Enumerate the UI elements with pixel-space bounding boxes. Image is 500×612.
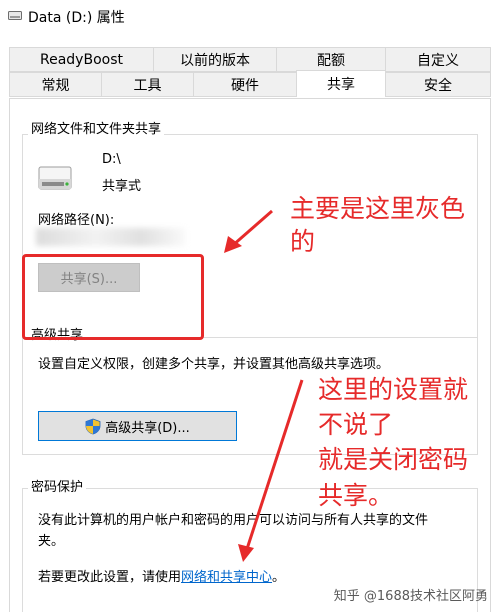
change-suffix: 。 (272, 570, 286, 585)
change-setting-text: 若要更改此设置，请使用网络和共享中心。 (38, 566, 285, 585)
tab-hardware[interactable]: 硬件 (193, 72, 297, 97)
tab-quota[interactable]: 配额 (276, 47, 386, 72)
change-prefix: 若要更改此设置，请使用 (38, 570, 182, 585)
watermark: 知乎 @1688技术社区阿勇 (333, 589, 488, 604)
tab-readyboost[interactable]: ReadyBoost (9, 47, 154, 72)
tab-tools[interactable]: 工具 (101, 72, 194, 97)
network-path-label: 网络路径(N): (38, 213, 115, 228)
tab-customize[interactable]: 自定义 (385, 47, 491, 72)
advanced-sharing-description: 设置自定义权限，创建多个共享，并设置其他高级共享选项。 (38, 357, 390, 372)
hard-drive-icon (38, 166, 72, 190)
annotation-highlight-box (22, 254, 204, 340)
annotation-note1-line1: 主要是这里灰色 (290, 194, 466, 223)
tab-sharing[interactable]: 共享 (296, 70, 386, 97)
annotation-note1-line2: 的 (290, 227, 316, 256)
annotation-note2-line3: 就是关闭密码 (318, 445, 469, 474)
network-path-value-redacted (36, 228, 186, 246)
annotation-note2-line4: 共享。 (318, 481, 394, 510)
advanced-sharing-button[interactable]: 高级共享(D)... (38, 411, 237, 441)
password-protection-description-line2: 夹。 (38, 534, 65, 549)
annotation-note2-line1: 这里的设置就 (318, 375, 469, 404)
drive-icon (8, 11, 22, 20)
tab-security[interactable]: 安全 (385, 72, 491, 97)
network-sharing-center-link[interactable]: 网络和共享中心 (181, 570, 272, 585)
tab-general[interactable]: 常规 (9, 72, 102, 97)
advanced-sharing-button-label: 高级共享(D)... (105, 420, 190, 436)
uac-shield-icon (85, 418, 101, 434)
drive-name: D:\ (102, 152, 121, 167)
title-bar: Data (D:) 属性 (0, 0, 500, 32)
tab-previous-versions[interactable]: 以前的版本 (153, 47, 277, 72)
share-status: 共享式 (102, 179, 142, 194)
window-title: Data (D:) 属性 (28, 10, 125, 26)
network-sharing-title: 网络文件和文件夹共享 (28, 118, 165, 137)
annotation-note2-line2: 不说了 (318, 410, 394, 439)
password-protection-title: 密码保护 (28, 476, 87, 495)
